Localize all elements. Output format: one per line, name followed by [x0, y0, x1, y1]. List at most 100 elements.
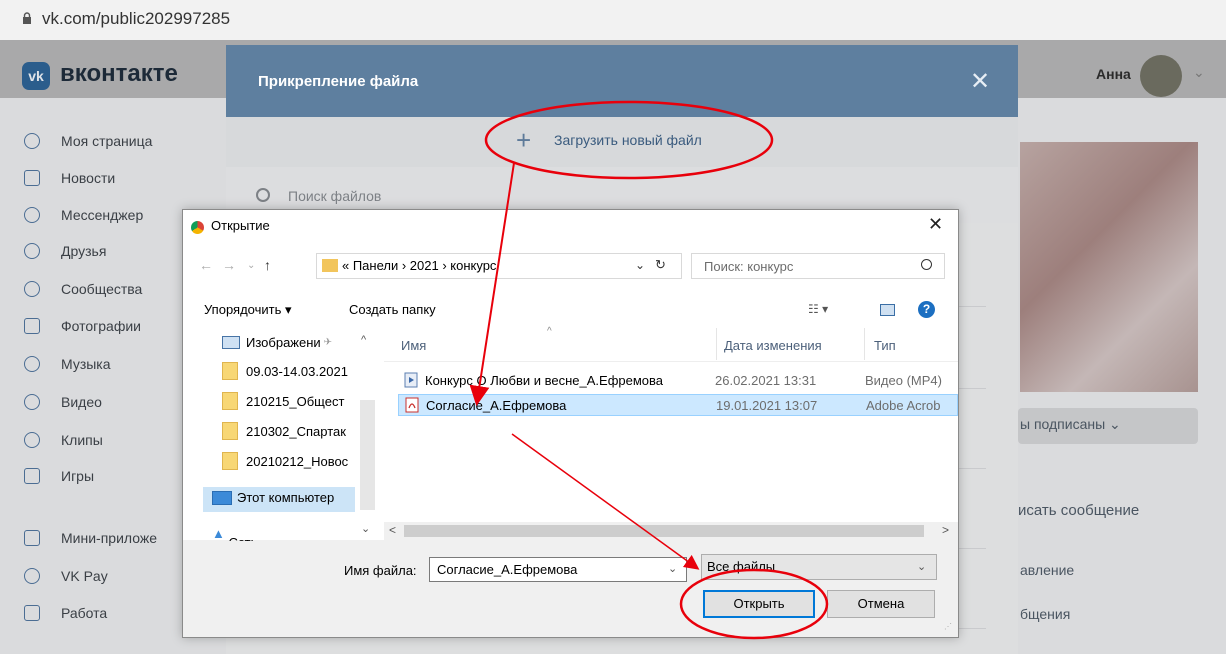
search-placeholder: Поиск: конкурс: [704, 259, 794, 274]
profile-icon: [24, 133, 40, 149]
search-icon[interactable]: [921, 259, 932, 270]
column-separator[interactable]: [864, 328, 865, 360]
nav-item-label: 09.03-14.03.2021: [246, 363, 348, 379]
nav-item-this-pc[interactable]: Этот компьютер: [212, 490, 334, 505]
column-date[interactable]: Дата изменения: [724, 338, 822, 353]
file-type: Видео (MP4): [865, 372, 942, 388]
sidebar-item-label: Клипы: [61, 432, 103, 448]
video-icon: [24, 394, 40, 410]
nav-item-label: 210215_Общест: [246, 393, 345, 409]
column-separator[interactable]: [716, 328, 717, 360]
back-arrow-icon[interactable]: ←: [199, 257, 213, 273]
sidebar-item-label: Моя страница: [61, 133, 153, 149]
chevron-down-icon[interactable]: ⌄: [668, 562, 677, 575]
sidebar-item-label: Музыка: [61, 356, 111, 372]
scrollbar-thumb[interactable]: [404, 525, 924, 537]
vk-logo-text[interactable]: вконтакте: [60, 60, 178, 88]
column-type[interactable]: Тип: [874, 338, 896, 353]
filename-label: Имя файла:: [344, 563, 417, 578]
user-name[interactable]: Анна: [1096, 66, 1131, 82]
file-row-selected[interactable]: Согласие_А.Ефремова 19.01.2021 13:07 Ado…: [398, 394, 958, 416]
search-icon: [256, 188, 270, 202]
plus-icon: +: [516, 125, 532, 155]
close-icon[interactable]: ✕: [970, 67, 990, 96]
chevron-down-icon[interactable]: ⌄: [1193, 64, 1205, 81]
nav-item-folder[interactable]: 09.03-14.03.2021: [222, 362, 348, 380]
scroll-down-icon[interactable]: ⌄: [361, 522, 370, 535]
chevron-down-icon[interactable]: ⌄: [635, 258, 645, 272]
sidebar-item-label: Сообщества: [61, 281, 143, 297]
scroll-right-icon[interactable]: >: [942, 523, 949, 537]
search-input[interactable]: Поиск файлов: [288, 188, 381, 204]
sidebar-item-video[interactable]: Видео: [24, 391, 102, 413]
sidebar-item-friends[interactable]: Друзья: [24, 240, 106, 262]
upload-new-file-button[interactable]: + Загрузить новый файл: [226, 117, 1018, 167]
open-button[interactable]: Открыть: [703, 590, 815, 618]
scroll-left-icon[interactable]: <: [389, 523, 396, 537]
sidebar-item-communities[interactable]: Сообщества: [24, 278, 142, 300]
messages-link[interactable]: бщения: [1020, 606, 1070, 622]
new-folder-button[interactable]: Создать папку: [349, 302, 436, 317]
communities-icon: [24, 281, 40, 297]
toolbar: [183, 289, 958, 324]
upload-label: Загрузить новый файл: [554, 132, 702, 148]
sidebar-item-work[interactable]: Работа: [24, 602, 107, 624]
sidebar-item-messenger[interactable]: Мессенджер: [24, 204, 143, 226]
url-text[interactable]: vk.com/public202997285: [42, 9, 230, 29]
sidebar-item-label: Друзья: [61, 243, 107, 259]
browser-address-bar[interactable]: vk.com/public202997285: [0, 0, 1226, 40]
avatar[interactable]: [1140, 55, 1182, 97]
forward-arrow-icon[interactable]: →: [222, 257, 236, 273]
nav-item-label: 210302_Спартак: [246, 423, 346, 439]
file-name: Конкурс О Любви и весне_А.Ефремова: [425, 372, 664, 388]
preview-pane-icon[interactable]: [880, 304, 895, 316]
up-arrow-icon[interactable]: ↑: [264, 257, 271, 273]
pictures-icon: [222, 336, 240, 349]
column-header-bar: [384, 328, 958, 362]
nav-item-label: Изображени: [246, 335, 321, 350]
write-message-link[interactable]: исать сообщение: [1018, 502, 1139, 519]
breadcrumb-path[interactable]: « Панели › 2021 › конкурс: [342, 258, 496, 273]
sidebar-item-vk-pay[interactable]: VK Pay: [24, 565, 108, 587]
sidebar-item-music[interactable]: Музыка: [24, 353, 111, 375]
sidebar-item-label: Мессенджер: [61, 207, 144, 223]
sort-arrow-icon: ^: [547, 326, 552, 337]
sidebar-item-photos[interactable]: Фотографии: [24, 315, 141, 337]
folder-icon: [222, 422, 238, 440]
help-icon[interactable]: ?: [918, 301, 935, 318]
manage-link[interactable]: авление: [1020, 562, 1074, 578]
vk-logo-icon[interactable]: vk: [22, 62, 50, 90]
clips-icon: [24, 432, 40, 448]
friends-icon: [24, 243, 40, 259]
file-row[interactable]: Конкурс О Любви и весне_А.Ефремова 26.02…: [398, 369, 958, 391]
sidebar-item-label: Новости: [61, 170, 116, 186]
file-date: 19.01.2021 13:07: [716, 397, 818, 413]
close-icon[interactable]: ✕: [928, 214, 943, 235]
chevron-down-icon[interactable]: ⌄: [917, 560, 926, 573]
nav-item-folder[interactable]: 210215_Общест: [222, 392, 344, 410]
sidebar-item-news[interactable]: Новости: [24, 167, 115, 189]
filename-value[interactable]: Согласие_А.Ефремова: [437, 562, 577, 577]
refresh-icon[interactable]: ↻: [655, 257, 666, 273]
pin-icon: ✈: [323, 337, 333, 348]
scroll-up-icon[interactable]: ^: [361, 334, 366, 346]
scrollbar[interactable]: [360, 400, 375, 510]
sidebar-item-mini-apps[interactable]: Мини-приложе: [24, 527, 157, 549]
briefcase-icon: [24, 605, 40, 621]
resize-grip-icon[interactable]: ⋰: [944, 622, 952, 631]
organize-button[interactable]: Упорядочить ▾: [204, 302, 292, 318]
sidebar-item-my-page[interactable]: Моя страница: [24, 130, 152, 152]
view-options-icon[interactable]: ☷ ▾: [808, 302, 828, 316]
folder-icon: [222, 452, 238, 470]
nav-item-network[interactable]: ▲ Сеть: [212, 526, 257, 541]
sidebar-item-games[interactable]: Игры: [24, 465, 94, 487]
nav-item-folder[interactable]: 20210212_Новос: [222, 452, 348, 470]
sidebar-item-clips[interactable]: Клипы: [24, 429, 103, 451]
nav-item-folder[interactable]: 210302_Спартак: [222, 422, 346, 440]
file-type-value[interactable]: Все файлы: [707, 559, 775, 574]
cancel-button[interactable]: Отмена: [827, 590, 935, 618]
subscribed-label: ы подписаны ⌄: [1020, 416, 1121, 432]
column-name[interactable]: Имя: [401, 338, 426, 353]
history-chevron-icon[interactable]: ⌄: [247, 260, 255, 271]
nav-item-pictures[interactable]: Изображени ✈: [222, 335, 332, 350]
